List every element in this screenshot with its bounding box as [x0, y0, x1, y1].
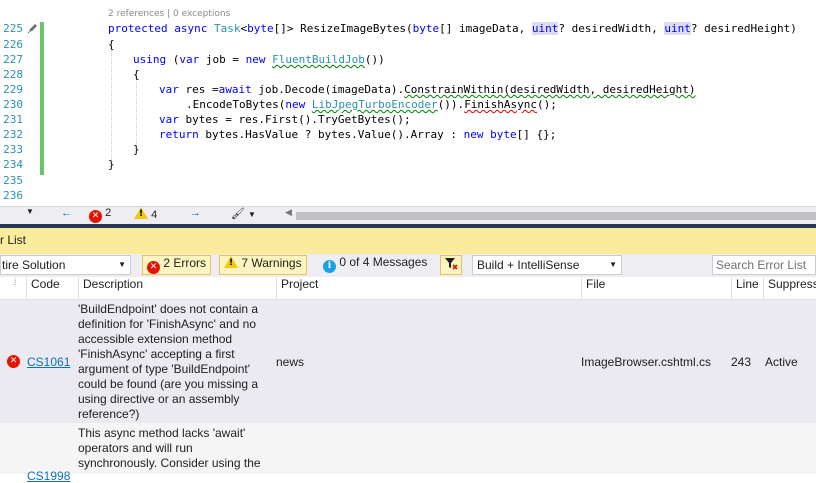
code-line-233[interactable]: }: [133, 143, 140, 156]
errors-filter-button[interactable]: ✕ 2 Errors: [142, 255, 211, 275]
column-header-code[interactable]: Code: [26, 277, 78, 299]
chevron-down-icon: ▼: [609, 260, 617, 269]
error-code-link[interactable]: CS1061: [27, 355, 70, 369]
line-number: 225: [3, 22, 23, 35]
edit-pencil-icon[interactable]: [27, 22, 39, 34]
error-icon: ✕: [147, 261, 160, 274]
column-header-icon[interactable]: ⁞: [0, 277, 26, 299]
line-number: 233: [3, 143, 23, 156]
horizontal-scrollbar-thumb[interactable]: [296, 212, 816, 220]
error-icon: ✕: [7, 355, 20, 368]
warning-icon: !: [134, 207, 148, 219]
filter-icon: [445, 258, 458, 270]
messages-filter-button[interactable]: i 0 of 4 Messages: [319, 255, 435, 275]
error-suppression-state: Active: [765, 355, 798, 369]
warnings-filter-button[interactable]: ! 7 Warnings: [219, 255, 307, 275]
scope-dropdown[interactable]: tire Solution ▼: [0, 255, 131, 275]
line-number: 229: [3, 83, 23, 96]
quick-actions-brush-icon[interactable]: 🖌 ▼: [231, 207, 256, 225]
error-line: 243: [731, 355, 752, 369]
chevron-down-icon: ▼: [118, 260, 126, 269]
error-description: 'BuildEndpoint' does not contain a defin…: [78, 302, 259, 421]
scroll-left-icon[interactable]: ◀: [285, 207, 292, 225]
zoom-dropdown-arrow-icon[interactable]: ▼: [26, 207, 34, 225]
error-list-toolbar: tire Solution ▼ ✕ 2 Errors ! 7 Warnings …: [0, 254, 816, 277]
line-number: 235: [3, 174, 23, 187]
error-icon: ✕: [89, 210, 102, 223]
indent-guide: [111, 45, 112, 160]
warning-icon: !: [224, 256, 238, 268]
code-line-227[interactable]: using (var job = new FluentBuildJob()): [133, 53, 385, 66]
error-project: news: [276, 355, 305, 369]
line-number: 232: [3, 128, 23, 141]
next-issue-arrow-icon[interactable]: →: [190, 207, 201, 225]
info-icon: i: [323, 260, 336, 273]
warning-row[interactable]: This async method lacks 'await' operator…: [0, 423, 816, 483]
code-editor[interactable]: 225 226 227 228 229 230 231 232 233 234 …: [0, 0, 816, 206]
warning-count-indicator[interactable]: ! 4: [134, 207, 157, 225]
code-line-234[interactable]: }: [108, 158, 115, 171]
column-header-description[interactable]: Description: [78, 277, 276, 299]
build-source-dropdown[interactable]: Build + IntelliSense ▼: [472, 255, 622, 275]
column-header-suppress[interactable]: Suppress: [763, 277, 816, 299]
error-list-header: ⁞ Code Description Project File Line Sup…: [0, 277, 816, 300]
column-header-line[interactable]: Line: [731, 277, 763, 299]
error-list-title: r List: [0, 233, 27, 247]
codelens-references[interactable]: 2 references | 0 exceptions: [108, 9, 230, 19]
code-line-226[interactable]: {: [108, 38, 115, 51]
line-number: 228: [3, 68, 23, 81]
code-line-225[interactable]: protected async Task<byte[]> ResizeImage…: [108, 22, 797, 35]
code-line-231[interactable]: var bytes = res.First().TryGetBytes();: [159, 113, 411, 126]
previous-issue-arrow-icon[interactable]: ←: [61, 207, 72, 225]
line-number-gutter: 225 226 227 228 229 230 231 232 233 234 …: [0, 0, 26, 206]
column-header-file[interactable]: File: [581, 277, 731, 299]
line-number: 230: [3, 98, 23, 111]
filter-toggle-button[interactable]: [440, 255, 462, 275]
column-header-project[interactable]: Project: [276, 277, 581, 299]
search-error-list-input[interactable]: Search Error List: [712, 255, 816, 275]
line-number: 234: [3, 158, 23, 171]
change-tracking-bar: [40, 22, 44, 175]
code-line-232[interactable]: return bytes.HasValue ? bytes.Value().Ar…: [159, 128, 556, 141]
indent-guide: [136, 76, 137, 146]
warning-code-link[interactable]: CS1998: [27, 469, 70, 483]
editor-status-bar: ▼ ← ✕ 2 ! 4 → 🖌 ▼ ◀: [0, 206, 816, 225]
code-line-228[interactable]: {: [133, 68, 140, 81]
error-row[interactable]: ✕ CS1061 'BuildEndpoint' does not contai…: [0, 300, 816, 423]
line-number: 227: [3, 53, 23, 66]
error-list-title-bar[interactable]: r List: [0, 228, 816, 255]
code-line-229[interactable]: var res =await job.Decode(imageData).Con…: [159, 83, 695, 96]
line-number: 236: [3, 189, 23, 202]
line-number: 226: [3, 38, 23, 51]
warning-description: This async method lacks 'await' operator…: [78, 426, 261, 470]
code-line-230[interactable]: .EncodeToBytes(new LibJpegTurboEncoder()…: [186, 98, 557, 111]
error-file: ImageBrowser.cshtml.cs: [581, 355, 712, 369]
line-number: 231: [3, 113, 23, 126]
error-count-indicator[interactable]: ✕ 2: [89, 207, 111, 225]
